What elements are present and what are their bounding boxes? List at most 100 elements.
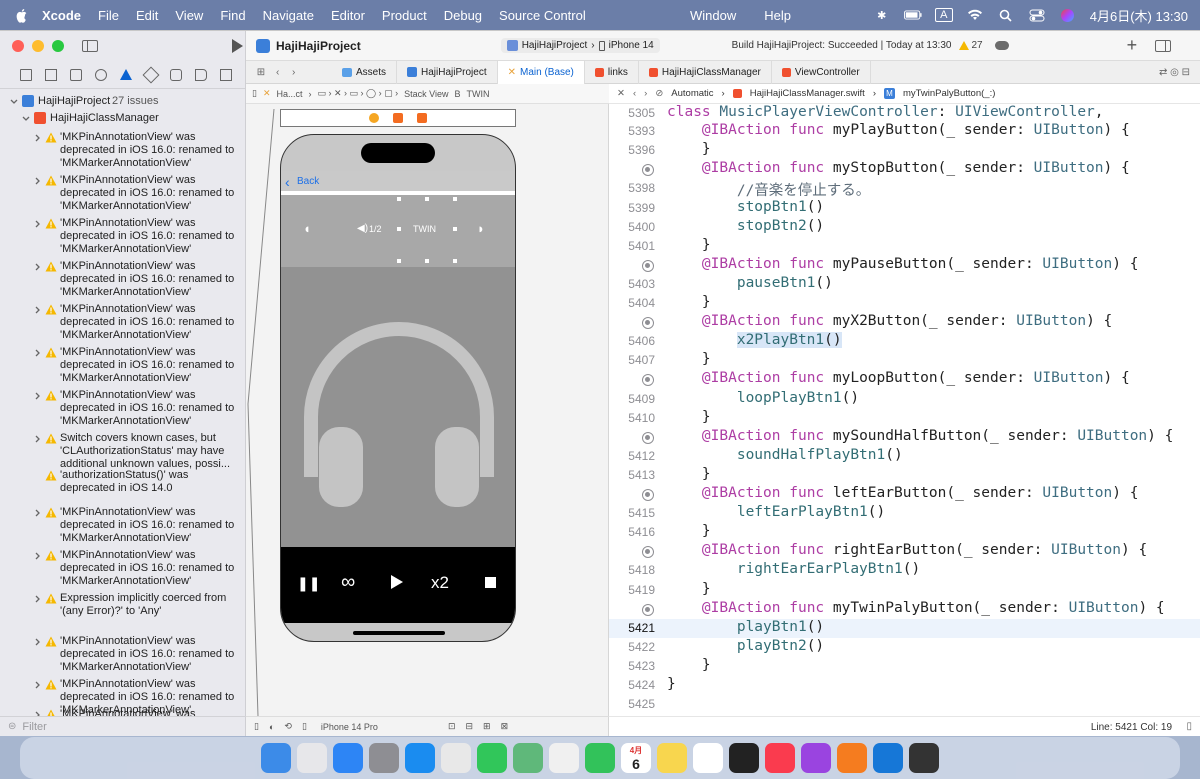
appearance-icon[interactable]: ◐ [269, 722, 274, 732]
bluetooth-icon[interactable]: ✱ [873, 8, 891, 22]
orientation-icon[interactable]: ⟲ [284, 721, 292, 732]
left-ear-icon[interactable]: ◖ [303, 221, 311, 236]
chevron-right-icon[interactable] [34, 134, 42, 142]
safari-icon[interactable] [405, 743, 435, 773]
maps-icon[interactable] [513, 743, 543, 773]
zoom-window-button[interactable] [52, 40, 64, 52]
podcasts-icon[interactable] [801, 743, 831, 773]
scene-dock[interactable] [280, 109, 516, 127]
connection-indicator-icon[interactable] [642, 317, 654, 330]
symbol-navigator-icon[interactable] [70, 68, 82, 81]
run-button[interactable] [232, 39, 243, 53]
editor-jump-automatic[interactable]: Automatic [671, 88, 713, 99]
connection-indicator-icon[interactable] [642, 603, 654, 616]
document-outline-toggle-icon[interactable]: ▯ [254, 721, 259, 732]
issue-navigator-icon[interactable] [120, 69, 132, 80]
launchpad-icon[interactable] [297, 743, 327, 773]
menu-navigate[interactable]: Navigate [263, 8, 314, 23]
notes-icon[interactable] [657, 743, 687, 773]
menu-file[interactable]: File [98, 8, 119, 23]
mail-icon[interactable] [333, 743, 363, 773]
issue-row[interactable]: 'MKPinAnnotationView' was deprecated in … [0, 303, 246, 342]
finder-icon[interactable] [261, 743, 291, 773]
sidebar-toggle-icon[interactable] [82, 40, 98, 52]
control-center-icon[interactable] [1028, 8, 1046, 22]
issue-row[interactable]: Switch covers known cases, but 'CLAuthor… [0, 432, 246, 471]
add-icon[interactable]: + [1127, 35, 1138, 56]
issue-row[interactable]: 'MKPinAnnotationView' was deprecated in … [0, 346, 246, 385]
chevron-right-icon[interactable] [34, 681, 42, 689]
close-editor-icon[interactable]: ✕ [617, 88, 625, 99]
connection-indicator-icon[interactable] [642, 374, 654, 387]
menu-help[interactable]: Help [764, 8, 791, 23]
connection-indicator-icon[interactable] [642, 164, 654, 177]
test-navigator-icon[interactable] [142, 66, 160, 83]
menu-view[interactable]: View [175, 8, 203, 23]
issue-row[interactable]: 'MKPinAnnotationView' was deprecated in … [0, 131, 246, 170]
chevron-right-icon[interactable] [34, 263, 42, 271]
source-control-navigator-icon[interactable] [45, 68, 57, 81]
project-navigator-icon[interactable] [20, 68, 32, 81]
chevron-left-icon[interactable]: ‹ [285, 174, 290, 190]
find-navigator-icon[interactable] [95, 68, 107, 81]
loop-button[interactable]: ∞ [341, 571, 355, 594]
music-icon[interactable] [765, 743, 795, 773]
connection-indicator-icon[interactable] [642, 546, 654, 559]
x2-button[interactable]: x2 [431, 573, 449, 593]
pin-icon[interactable]: ⊞ [483, 721, 491, 732]
right-ear-icon[interactable]: ◗ [477, 221, 485, 236]
issue-row[interactable]: 'MKPinAnnotationView' was deprecated in … [0, 174, 246, 213]
warning-badge[interactable]: 27 [959, 40, 983, 51]
view-controller-icon[interactable] [369, 113, 379, 123]
chevron-right-icon[interactable] [34, 595, 42, 603]
grid-icon[interactable]: ⊞ [246, 67, 276, 78]
play-button[interactable] [391, 575, 403, 589]
issue-row[interactable]: 'MKPinAnnotationView' was deprecated in … [0, 506, 246, 545]
issue-row[interactable]: 'MKPinAnnotationView' was deprecated in … [0, 389, 246, 428]
issue-row[interactable]: Expression implicitly coerced from '(any… [0, 592, 246, 618]
stop-button[interactable] [485, 577, 496, 588]
inspector-toggle-icon[interactable] [1155, 39, 1172, 52]
chevron-right-icon[interactable] [34, 552, 42, 560]
apple-menu-icon[interactable] [14, 7, 30, 23]
tab-main-storyboard[interactable]: ✕ Main (Base) [497, 60, 585, 84]
forward-arrow-icon[interactable]: › [644, 88, 647, 99]
issue-row[interactable]: 'MKPinAnnotationView' was deprecated in … [0, 549, 246, 588]
align-icon[interactable]: ⊟ [465, 721, 473, 732]
scheme-selector[interactable]: HajiHajiProject › iPhone 14 [500, 38, 660, 53]
back-arrow-icon[interactable]: ‹ [276, 67, 292, 78]
menu-editor[interactable]: Editor [331, 8, 365, 23]
zoom-fit-icon[interactable]: ⊡ [448, 721, 456, 732]
ib-jump-button-type[interactable]: B [455, 89, 461, 99]
photos-icon[interactable] [549, 743, 579, 773]
menu-clock[interactable]: 4月6日(木) 13:30 [1090, 6, 1188, 25]
back-button[interactable]: Back [297, 176, 319, 187]
related-items-icon[interactable]: ⊘ [655, 88, 663, 99]
settings-icon[interactable] [369, 743, 399, 773]
reminders-icon[interactable] [693, 743, 723, 773]
menu-find[interactable]: Find [220, 8, 245, 23]
inspector-icon[interactable]: ▯ [1186, 721, 1192, 732]
resolve-icon[interactable]: ⊠ [501, 721, 509, 732]
half-volume-label[interactable]: 1/2 [369, 224, 382, 234]
close-window-button[interactable] [12, 40, 24, 52]
chrome-icon[interactable] [441, 743, 471, 773]
document-outline-icon[interactable]: ▯ [252, 88, 257, 99]
tab-project[interactable]: HajiHajiProject [397, 60, 498, 84]
appletv-icon[interactable] [729, 743, 759, 773]
project-row[interactable]: HajiHajiProject 27 issues [0, 95, 246, 109]
ib-jump-project[interactable]: Ha...ct [277, 89, 303, 99]
terminal-icon[interactable] [909, 743, 939, 773]
issue-row[interactable]: 'MKPinAnnotationView' was deprecated in … [0, 217, 246, 256]
chevron-right-icon[interactable] [34, 306, 42, 314]
ib-jump-twin[interactable]: TWIN [467, 89, 490, 99]
tab-classmanager[interactable]: HajiHajiClassManager [639, 60, 772, 84]
battery-icon[interactable] [903, 8, 922, 22]
device-config-label[interactable]: iPhone 14 Pro [321, 722, 378, 732]
connection-indicator-icon[interactable] [642, 431, 654, 444]
wifi-icon[interactable] [966, 8, 984, 22]
split-editor-icon[interactable]: ⇄ ◎ ⊟ [1159, 67, 1190, 78]
chevron-right-icon[interactable] [34, 509, 42, 517]
group-row[interactable]: HajiHajiClassManager [0, 112, 246, 126]
issue-row[interactable]: 'MKPinAnnotationView' was deprecated in … [0, 260, 246, 299]
